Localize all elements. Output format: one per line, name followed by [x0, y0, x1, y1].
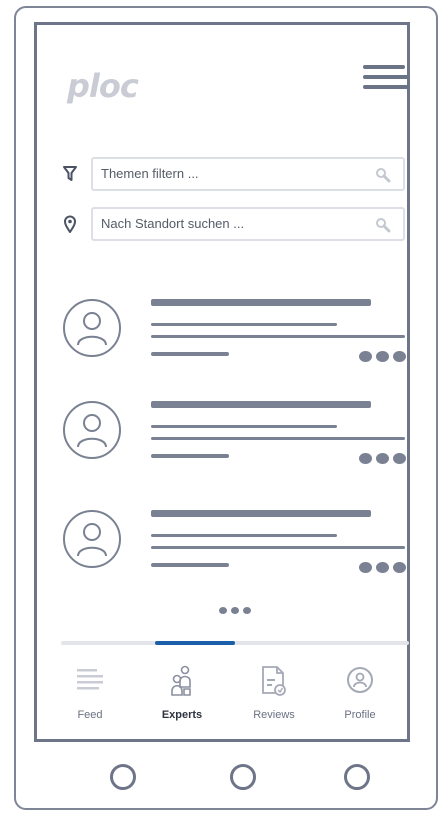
more-options-icon[interactable] — [359, 562, 407, 574]
user-icon — [77, 414, 107, 448]
tab-feed[interactable]: Feed — [47, 653, 133, 733]
item-meta-placeholder — [151, 352, 229, 356]
more-options-icon[interactable] — [359, 351, 407, 363]
profile-icon — [347, 667, 373, 693]
feed-icon — [77, 669, 103, 690]
tab-label: Profile — [344, 709, 376, 721]
scroll-progress-track — [61, 641, 409, 645]
avatar — [63, 401, 121, 459]
location-search-row: Nach Standort suchen ... — [63, 207, 409, 241]
reviews-icon — [262, 666, 286, 696]
search-icon — [376, 168, 391, 183]
item-text-placeholder — [151, 546, 405, 549]
back-hardware-button[interactable] — [110, 764, 136, 790]
topic-filter-input[interactable]: Themen filtern ... — [91, 157, 405, 191]
user-icon — [77, 523, 107, 557]
item-text-placeholder — [151, 534, 337, 537]
item-text-placeholder — [151, 437, 405, 440]
expert-list-item[interactable] — [63, 510, 409, 590]
phone-screen: ploc Themen filtern ... Nach Standort su… — [34, 22, 410, 742]
tab-label: Feed — [77, 709, 103, 721]
app-logo: ploc — [67, 67, 139, 105]
tab-experts[interactable]: Experts — [139, 653, 225, 733]
item-title-placeholder — [151, 510, 371, 517]
tab-label: Experts — [161, 709, 203, 721]
item-text-placeholder — [151, 425, 337, 428]
scroll-progress-indicator — [154, 641, 235, 645]
tab-profile[interactable]: Profile — [317, 653, 403, 733]
recent-apps-hardware-button[interactable] — [344, 764, 370, 790]
search-icon — [376, 218, 391, 233]
location-pin-icon — [63, 215, 77, 233]
topic-filter-row: Themen filtern ... — [63, 157, 409, 191]
hamburger-menu-icon[interactable] — [363, 63, 409, 93]
bottom-tab-bar: Feed Experts Reviews Profile — [47, 653, 403, 733]
item-meta-placeholder — [151, 454, 229, 458]
load-more-icon[interactable] — [219, 607, 255, 615]
user-icon — [77, 312, 107, 346]
expert-list-item[interactable] — [63, 299, 409, 379]
expert-list-item[interactable] — [63, 401, 409, 481]
location-search-placeholder: Nach Standort suchen ... — [101, 216, 245, 231]
item-text-placeholder — [151, 323, 337, 326]
location-search-input[interactable]: Nach Standort suchen ... — [91, 207, 405, 241]
avatar — [63, 510, 121, 568]
filter-icon — [63, 166, 77, 181]
topic-filter-placeholder: Themen filtern ... — [101, 166, 199, 181]
item-meta-placeholder — [151, 563, 229, 567]
home-hardware-button[interactable] — [230, 764, 256, 790]
tab-label: Reviews — [253, 709, 295, 721]
item-title-placeholder — [151, 401, 371, 408]
tab-reviews[interactable]: Reviews — [231, 653, 317, 733]
item-title-placeholder — [151, 299, 371, 306]
more-options-icon[interactable] — [359, 453, 407, 465]
item-text-placeholder — [151, 335, 405, 338]
avatar — [63, 299, 121, 357]
experts-icon — [171, 665, 191, 696]
